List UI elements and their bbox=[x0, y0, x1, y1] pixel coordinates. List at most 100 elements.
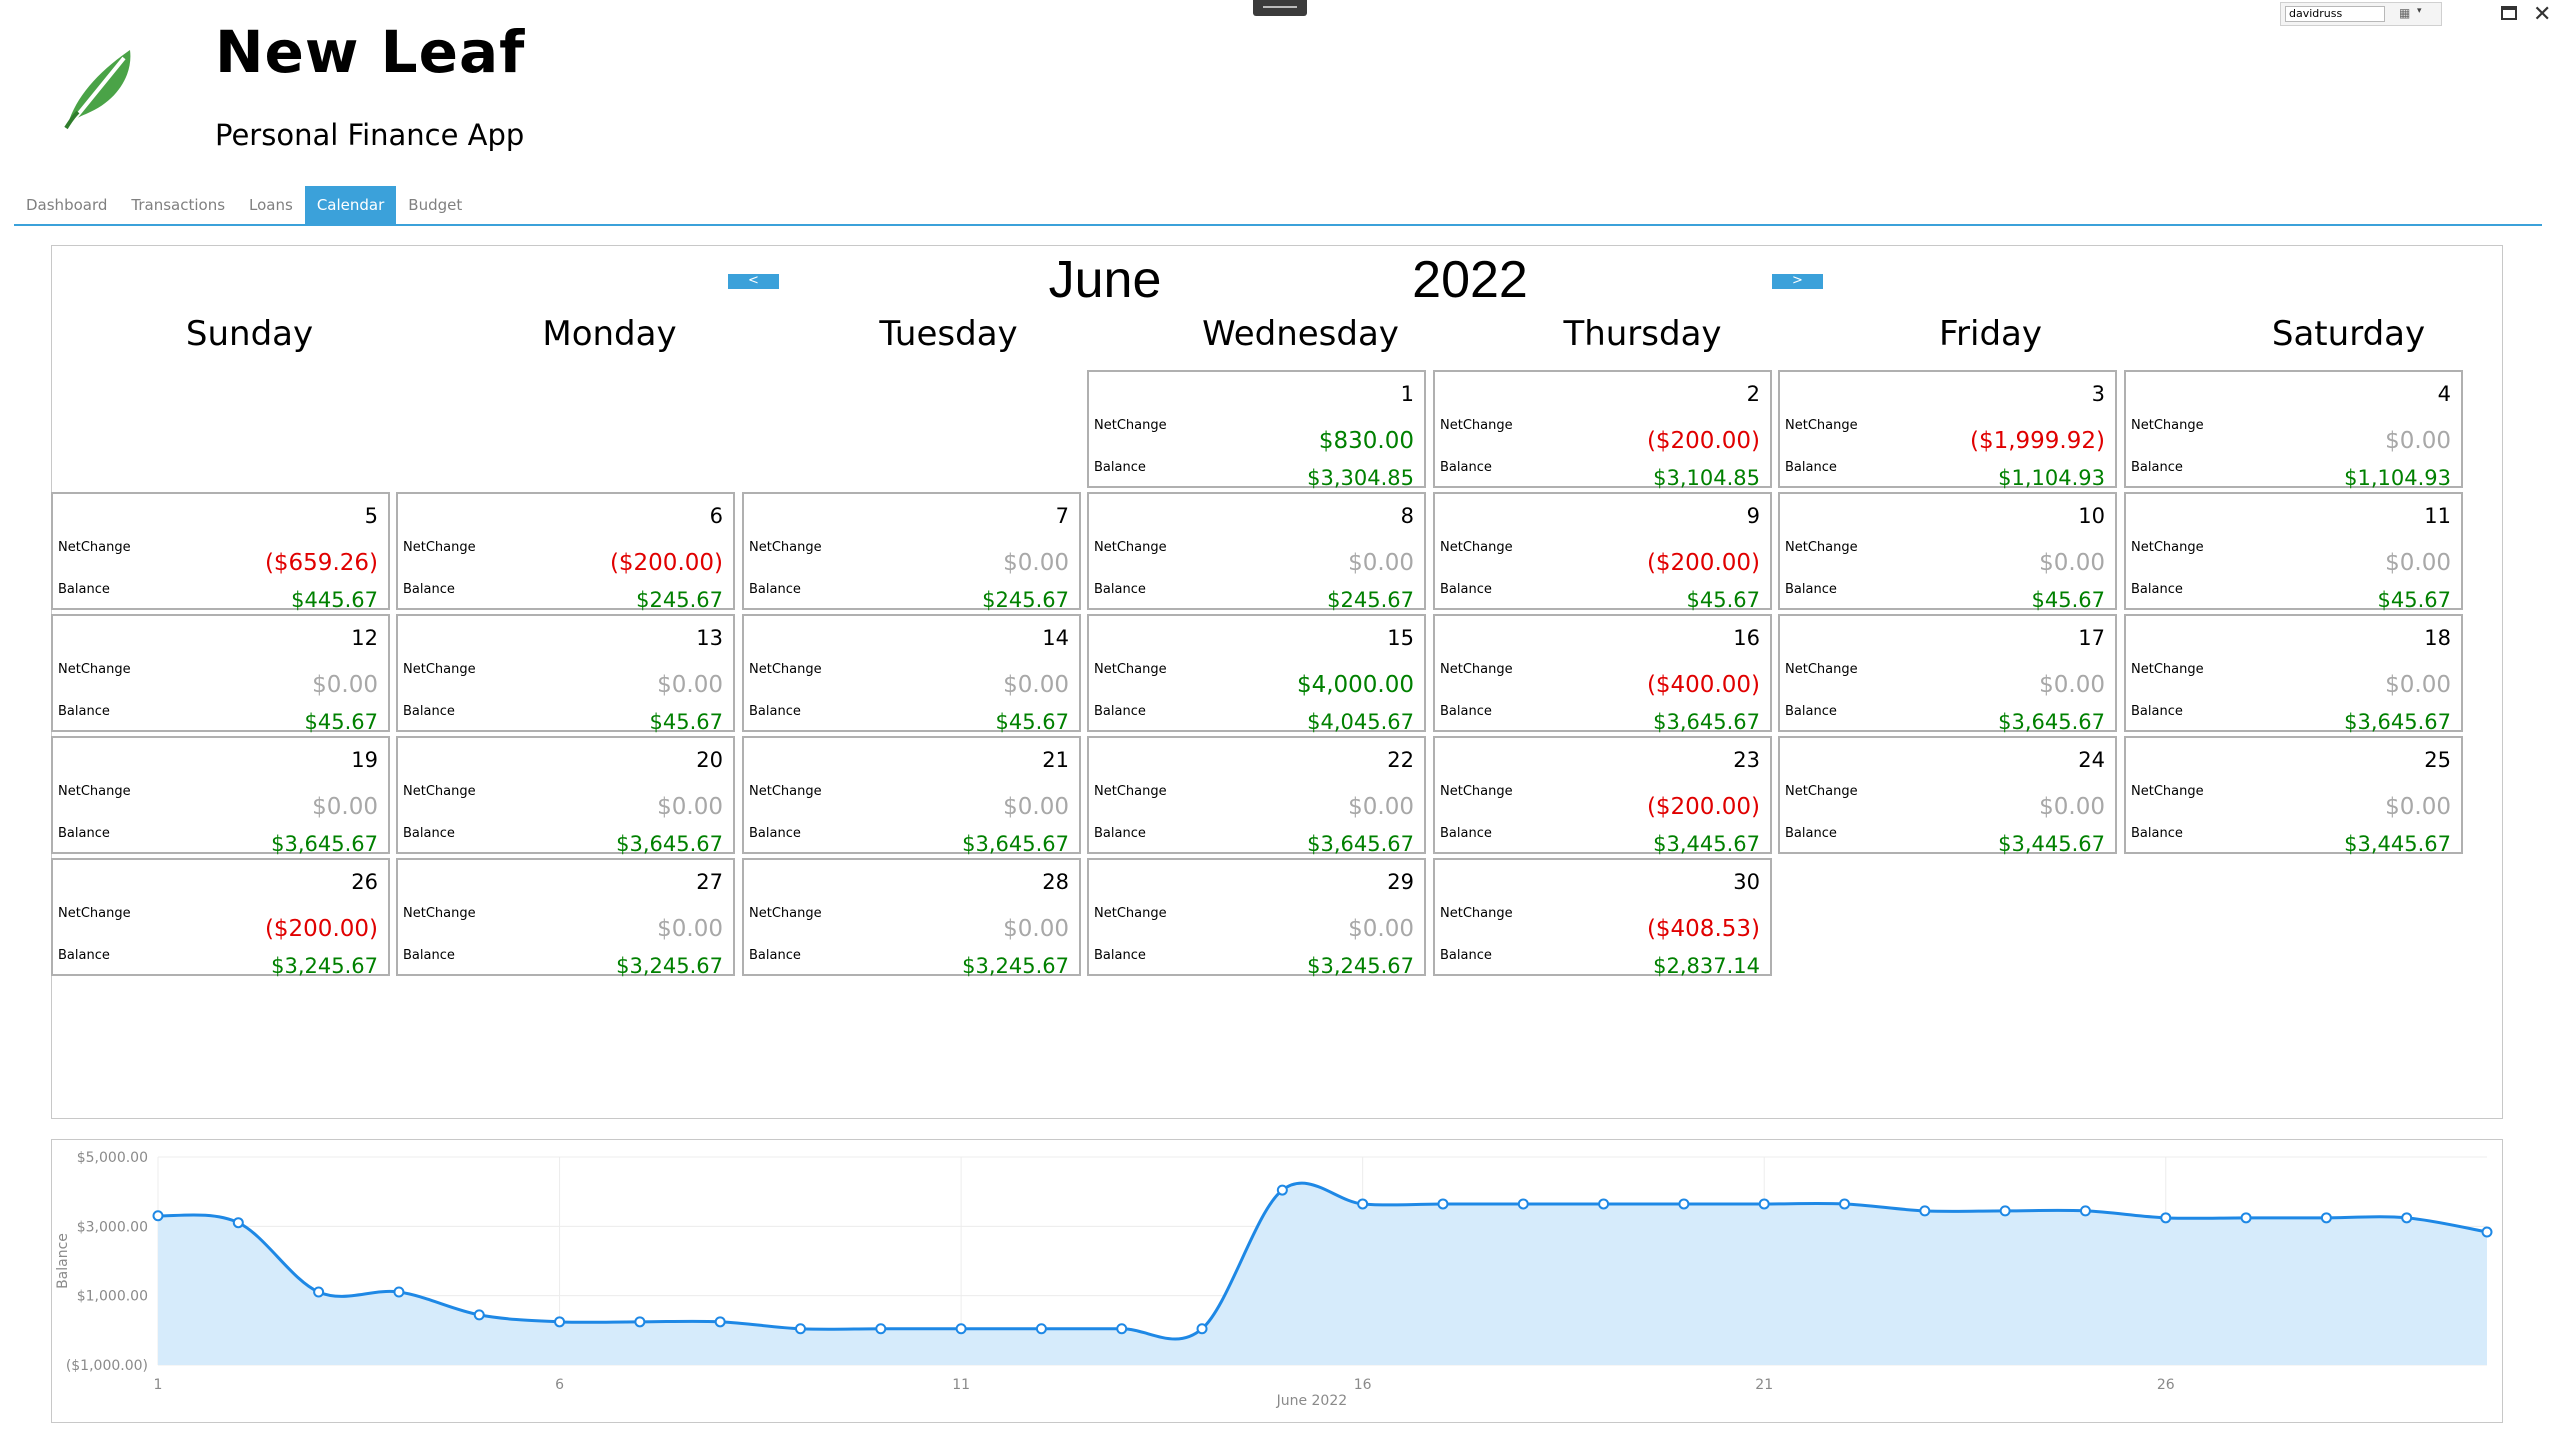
balance-point bbox=[1598, 1198, 1610, 1210]
balance-point bbox=[1116, 1323, 1128, 1335]
calendar-day-cell[interactable]: 3 NetChange ($1,999.92) Balance $1,104.93 bbox=[1778, 370, 2117, 490]
calendar-day-cell[interactable]: 23 NetChange ($200.00) Balance $3,445.67 bbox=[1433, 736, 1772, 856]
prev-month-button[interactable]: < bbox=[728, 274, 779, 289]
day-number: 9 bbox=[1746, 504, 1760, 528]
calendar-day-cell[interactable]: 22 NetChange $0.00 Balance $3,645.67 bbox=[1087, 736, 1426, 856]
weekday-tuesday: Tuesday bbox=[879, 314, 1018, 354]
weekday-wednesday: Wednesday bbox=[1202, 314, 1399, 354]
balance-point bbox=[955, 1323, 967, 1335]
calendar-day-cell[interactable]: 29 NetChange $0.00 Balance $3,245.67 bbox=[1087, 858, 1426, 978]
balance-label: Balance bbox=[58, 704, 110, 719]
netchange-value: $0.00 bbox=[1348, 550, 1414, 576]
calendar-day-cell[interactable]: 2 NetChange ($200.00) Balance $3,104.85 bbox=[1433, 370, 1772, 490]
tab-budget[interactable]: Budget bbox=[396, 186, 474, 224]
balance-value: $245.67 bbox=[1327, 588, 1414, 612]
calendar-day-cell[interactable]: 30 NetChange ($408.53) Balance $2,837.14 bbox=[1433, 858, 1772, 978]
netchange-value: ($400.00) bbox=[1646, 672, 1760, 698]
tab-calendar[interactable]: Calendar bbox=[304, 186, 397, 224]
calendar-day-cell[interactable]: 6 NetChange ($200.00) Balance $245.67 bbox=[396, 492, 735, 612]
calendar-day-cell[interactable]: 14 NetChange $0.00 Balance $45.67 bbox=[742, 614, 1081, 734]
netchange-label: NetChange bbox=[1094, 418, 1167, 433]
x-tick-label: 6 bbox=[555, 1377, 564, 1393]
maximize-icon[interactable] bbox=[2500, 4, 2518, 22]
balance-area bbox=[158, 1183, 2487, 1365]
balance-value: $4,045.67 bbox=[1307, 710, 1414, 734]
calendar-day-cell[interactable]: 26 NetChange ($200.00) Balance $3,245.67 bbox=[51, 858, 390, 978]
balance-point bbox=[1517, 1198, 1529, 1210]
calendar-day-cell[interactable]: 28 NetChange $0.00 Balance $3,245.67 bbox=[742, 858, 1081, 978]
calendar-day-cell[interactable]: 5 NetChange ($659.26) Balance $445.67 bbox=[51, 492, 390, 612]
close-icon[interactable]: ✕ bbox=[2533, 2, 2551, 27]
calendar-day-cell[interactable]: 4 NetChange $0.00 Balance $1,104.93 bbox=[2124, 370, 2463, 490]
balance-value: $3,445.67 bbox=[1653, 832, 1760, 856]
balance-value: $3,645.67 bbox=[962, 832, 1069, 856]
netchange-label: NetChange bbox=[1440, 906, 1513, 921]
calendar-day-cell[interactable]: 17 NetChange $0.00 Balance $3,645.67 bbox=[1778, 614, 2117, 734]
y-tick-label: $5,000.00 bbox=[77, 1150, 148, 1166]
balance-value: $45.67 bbox=[304, 710, 378, 734]
netchange-label: NetChange bbox=[58, 906, 131, 921]
netchange-value: ($200.00) bbox=[264, 916, 378, 942]
day-number: 26 bbox=[351, 870, 378, 894]
balance-label: Balance bbox=[1785, 826, 1837, 841]
calendar-day-cell[interactable]: 27 NetChange $0.00 Balance $3,245.67 bbox=[396, 858, 735, 978]
day-number: 16 bbox=[1733, 626, 1760, 650]
day-number: 19 bbox=[351, 748, 378, 772]
balance-chart: $5,000.00$3,000.00$1,000.00($1,000.00)1 6… bbox=[55, 1150, 2493, 1409]
balance-point bbox=[2240, 1212, 2252, 1224]
calendar-day-cell[interactable]: 21 NetChange $0.00 Balance $3,645.67 bbox=[742, 736, 1081, 856]
calendar-day-cell[interactable]: 1 NetChange $830.00 Balance $3,304.85 bbox=[1087, 370, 1426, 490]
main-tabs: Dashboard Transactions Loans Calendar Bu… bbox=[14, 186, 474, 224]
day-number: 5 bbox=[364, 504, 378, 528]
netchange-label: NetChange bbox=[1785, 540, 1858, 555]
balance-label: Balance bbox=[1440, 704, 1492, 719]
balance-label: Balance bbox=[403, 948, 455, 963]
tab-dashboard[interactable]: Dashboard bbox=[14, 186, 119, 224]
chevron-down-icon[interactable]: ▾ bbox=[2417, 6, 2422, 16]
calendar-day-cell[interactable]: 11 NetChange $0.00 Balance $45.67 bbox=[2124, 492, 2463, 612]
calendar-day-cell[interactable]: 10 NetChange $0.00 Balance $45.67 bbox=[1778, 492, 2117, 612]
balance-point bbox=[2320, 1212, 2332, 1224]
netchange-value: ($200.00) bbox=[1646, 794, 1760, 820]
balance-point bbox=[232, 1217, 244, 1229]
netchange-value: $0.00 bbox=[2385, 550, 2451, 576]
tab-transactions[interactable]: Transactions bbox=[119, 186, 237, 224]
balance-value: $3,645.67 bbox=[1307, 832, 1414, 856]
balance-point bbox=[1999, 1205, 2011, 1217]
weekday-sunday: Sunday bbox=[185, 314, 314, 354]
user-grid-icon[interactable]: ▦ bbox=[2399, 6, 2410, 20]
window-drag-handle[interactable] bbox=[1253, 0, 1307, 16]
netchange-label: NetChange bbox=[2131, 662, 2204, 677]
calendar-day-cell[interactable]: 15 NetChange $4,000.00 Balance $4,045.67 bbox=[1087, 614, 1426, 734]
balance-label: Balance bbox=[1094, 948, 1146, 963]
user-name-field[interactable]: davidruss bbox=[2285, 6, 2385, 22]
weekday-saturday: Saturday bbox=[2271, 314, 2426, 354]
netchange-value: $0.00 bbox=[2385, 794, 2451, 820]
y-tick-label: $1,000.00 bbox=[77, 1289, 148, 1305]
calendar-day-cell[interactable]: 9 NetChange ($200.00) Balance $45.67 bbox=[1433, 492, 1772, 612]
calendar-day-cell[interactable]: 19 NetChange $0.00 Balance $3,645.67 bbox=[51, 736, 390, 856]
calendar-day-cell[interactable]: 16 NetChange ($400.00) Balance $3,645.67 bbox=[1433, 614, 1772, 734]
calendar-day-cell[interactable]: 24 NetChange $0.00 Balance $3,445.67 bbox=[1778, 736, 2117, 856]
calendar-day-cell[interactable]: 18 NetChange $0.00 Balance $3,645.67 bbox=[2124, 614, 2463, 734]
balance-label: Balance bbox=[1440, 460, 1492, 475]
balance-label: Balance bbox=[403, 704, 455, 719]
calendar-day-cell[interactable]: 8 NetChange $0.00 Balance $245.67 bbox=[1087, 492, 1426, 612]
calendar-day-cell[interactable]: 20 NetChange $0.00 Balance $3,645.67 bbox=[396, 736, 735, 856]
netchange-label: NetChange bbox=[749, 784, 822, 799]
day-number: 10 bbox=[2078, 504, 2105, 528]
x-tick-label: 11 bbox=[952, 1377, 970, 1393]
next-month-button[interactable]: > bbox=[1772, 274, 1823, 289]
balance-point bbox=[714, 1316, 726, 1328]
user-selector[interactable]: davidruss ▦ ▾ bbox=[2280, 2, 2442, 26]
calendar-day-cell[interactable]: 12 NetChange $0.00 Balance $45.67 bbox=[51, 614, 390, 734]
balance-point bbox=[1678, 1198, 1690, 1210]
tab-loans[interactable]: Loans bbox=[237, 186, 305, 224]
balance-value: $3,645.67 bbox=[616, 832, 723, 856]
calendar-day-cell[interactable]: 25 NetChange $0.00 Balance $3,445.67 bbox=[2124, 736, 2463, 856]
calendar-day-cell[interactable]: 13 NetChange $0.00 Balance $45.67 bbox=[396, 614, 735, 734]
balance-point bbox=[1276, 1184, 1288, 1196]
netchange-value: ($200.00) bbox=[1646, 428, 1760, 454]
balance-point bbox=[1035, 1323, 1047, 1335]
calendar-day-cell[interactable]: 7 NetChange $0.00 Balance $245.67 bbox=[742, 492, 1081, 612]
